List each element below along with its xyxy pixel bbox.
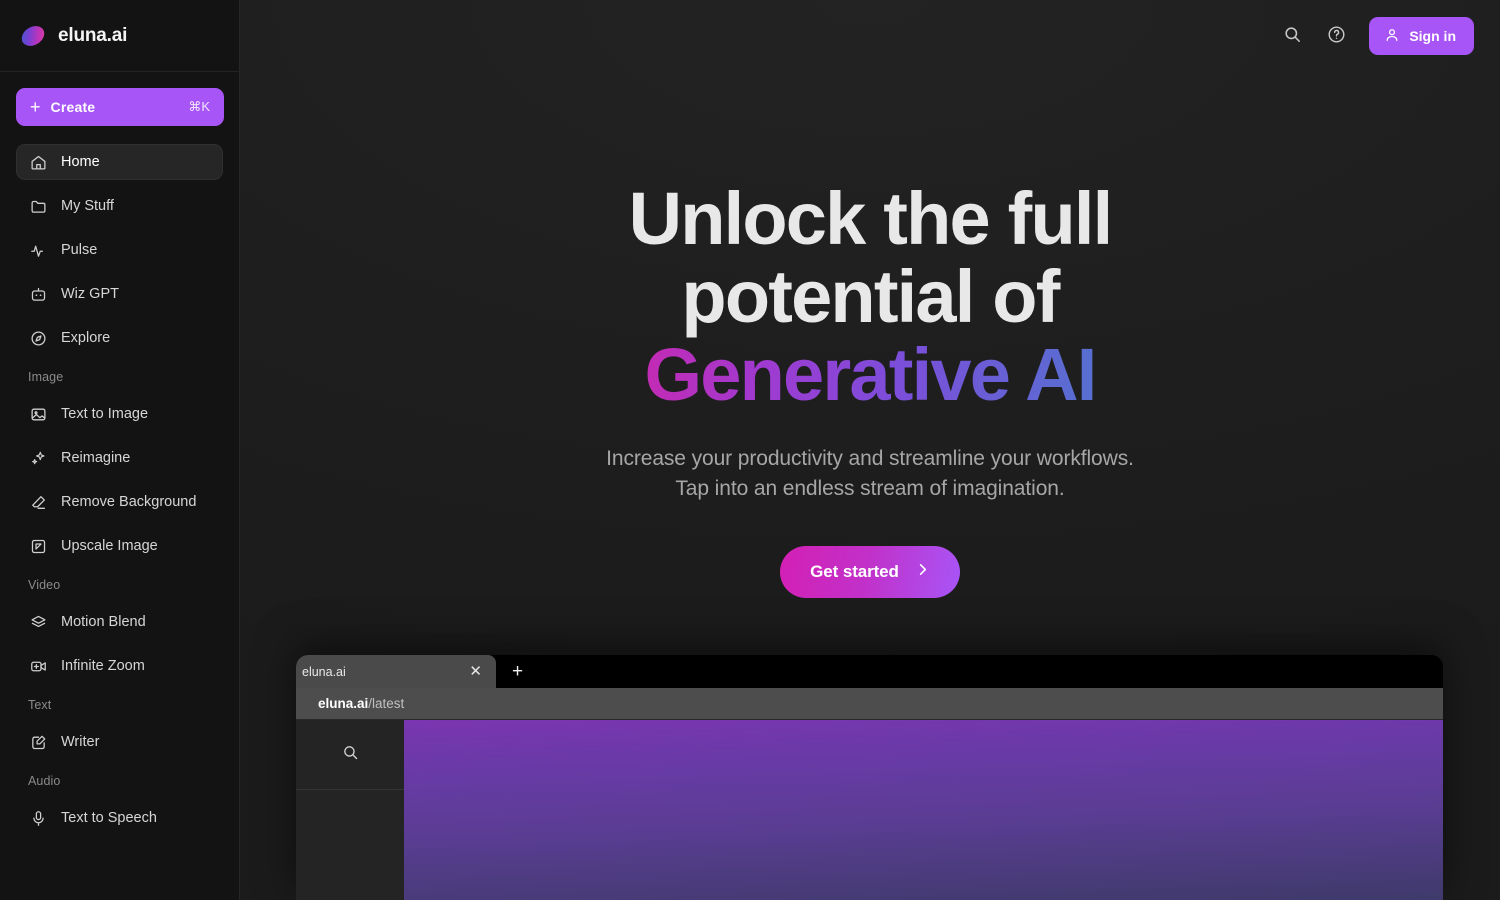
mockup-canvas-area [404, 720, 1443, 900]
cta-container: Get started [240, 546, 1500, 598]
sidebar-item-my-stuff[interactable]: My Stuff [16, 188, 223, 224]
mockup-url-bar[interactable]: eluna.ai/latest [296, 688, 1443, 720]
close-icon[interactable]: ✕ [467, 664, 484, 679]
brand-name: eluna.ai [58, 24, 128, 46]
mockup-browser-tab[interactable]: eluna.ai ✕ [296, 655, 496, 688]
pen-square-icon [29, 733, 47, 751]
sidebar-item-label: Infinite Zoom [61, 658, 145, 674]
sidebar-item-label: Text to Speech [61, 810, 157, 826]
sidebar-item-text-to-speech[interactable]: Text to Speech [16, 800, 223, 836]
hero-subtitle-line-1: Increase your productivity and streamlin… [606, 447, 1134, 470]
create-shortcut: ⌘K [188, 99, 210, 114]
hero-title-line-2-plain: potential of [681, 255, 1060, 338]
sidebar-item-label: My Stuff [61, 198, 114, 214]
eraser-icon [29, 493, 47, 511]
chevron-right-icon [915, 562, 930, 582]
topbar: Sign in [240, 0, 1500, 72]
help-circle-icon [1327, 25, 1346, 47]
sidebar-section-label-text: Text [28, 698, 52, 712]
sidebar-item-label: Wiz GPT [61, 286, 119, 302]
new-tab-plus-icon[interactable]: + [496, 662, 539, 681]
sidebar-item-explore[interactable]: Explore [16, 320, 223, 356]
sidebar: eluna.ai + Create ⌘K Home My Stuff Pulse… [0, 0, 240, 900]
sidebar-item-remove-background[interactable]: Remove Background [16, 484, 223, 520]
brand[interactable]: eluna.ai [0, 0, 239, 72]
sidebar-item-label: Writer [61, 734, 100, 750]
hero-title-gradient: Generative AI [644, 333, 1098, 416]
sparkles-icon [29, 449, 47, 467]
sidebar-item-infinite-zoom[interactable]: Infinite Zoom [16, 648, 223, 684]
folder-icon [29, 197, 47, 215]
sidebar-item-label: Explore [61, 330, 111, 346]
sign-in-button[interactable]: Sign in [1369, 17, 1474, 55]
sidebar-item-reimagine[interactable]: Reimagine [16, 440, 223, 476]
plus-icon: + [30, 97, 41, 117]
mockup-tab-title: eluna.ai [302, 664, 346, 679]
sidebar-section-label-image: Image [28, 370, 64, 384]
get-started-label: Get started [810, 562, 899, 581]
upscale-arrow-icon [29, 537, 47, 555]
sidebar-item-label: Reimagine [61, 450, 131, 466]
microphone-icon [29, 809, 47, 827]
mockup-search-icon-cell[interactable] [296, 720, 404, 790]
search-button[interactable] [1275, 19, 1309, 53]
hero-section: Unlock the full potential of Generative … [240, 72, 1500, 598]
mockup-inner-sidebar [296, 720, 404, 900]
image-frame-icon [29, 405, 47, 423]
sidebar-item-home[interactable]: Home [16, 144, 223, 180]
sidebar-item-upscale-image[interactable]: Upscale Image [16, 528, 223, 564]
sidebar-item-label: Text to Image [61, 406, 149, 422]
sidebar-item-label: Pulse [61, 242, 98, 258]
compass-icon [29, 329, 47, 347]
sidebar-item-pulse[interactable]: Pulse [16, 232, 223, 268]
sidebar-scroll-area: + Create ⌘K Home My Stuff Pulse Wiz GPT … [0, 72, 239, 900]
sidebar-item-writer[interactable]: Writer [16, 724, 223, 760]
activity-pulse-icon [29, 241, 47, 259]
sidebar-item-label: Home [61, 154, 100, 170]
sidebar-item-label: Upscale Image [61, 538, 158, 554]
search-icon [1283, 25, 1302, 47]
sidebar-item-label: Motion Blend [61, 614, 146, 630]
sidebar-section-label-video: Video [28, 578, 61, 592]
sidebar-item-motion-blend[interactable]: Motion Blend [16, 604, 223, 640]
home-icon [29, 153, 47, 171]
page-title: Unlock the full potential of Generative … [490, 180, 1250, 414]
mockup-url-domain: eluna.ai [318, 696, 369, 711]
sidebar-item-text-to-image[interactable]: Text to Image [16, 396, 223, 432]
video-plus-icon [29, 657, 47, 675]
hero-title-line-1: Unlock the full [628, 177, 1114, 260]
hero-subtitle: Increase your productivity and streamlin… [240, 444, 1500, 504]
main-content: Sign in Unlock the full potential of Gen… [240, 0, 1500, 900]
get-started-button[interactable]: Get started [780, 546, 960, 598]
mockup-viewport [296, 720, 1443, 900]
layers-icon [29, 613, 47, 631]
mockup-tab-bar: eluna.ai ✕ + [296, 655, 1443, 688]
browser-mockup: eluna.ai ✕ + eluna.ai/latest [296, 655, 1443, 900]
app-root: eluna.ai + Create ⌘K Home My Stuff Pulse… [0, 0, 1500, 900]
sidebar-item-label: Remove Background [61, 494, 197, 510]
eluna-ellipse-logo-icon [20, 23, 46, 49]
help-button[interactable] [1319, 19, 1353, 53]
hero-subtitle-line-2: Tap into an endless stream of imaginatio… [675, 477, 1065, 500]
user-icon [1384, 27, 1400, 46]
create-button-label: Create [50, 99, 96, 115]
mockup-url-path: /latest [368, 696, 405, 711]
sidebar-item-wiz-gpt[interactable]: Wiz GPT [16, 276, 223, 312]
create-button[interactable]: + Create ⌘K [16, 88, 224, 126]
sign-in-label: Sign in [1409, 28, 1456, 44]
sidebar-section-label-audio: Audio [28, 774, 61, 788]
robot-icon [29, 285, 47, 303]
search-icon [342, 744, 359, 766]
